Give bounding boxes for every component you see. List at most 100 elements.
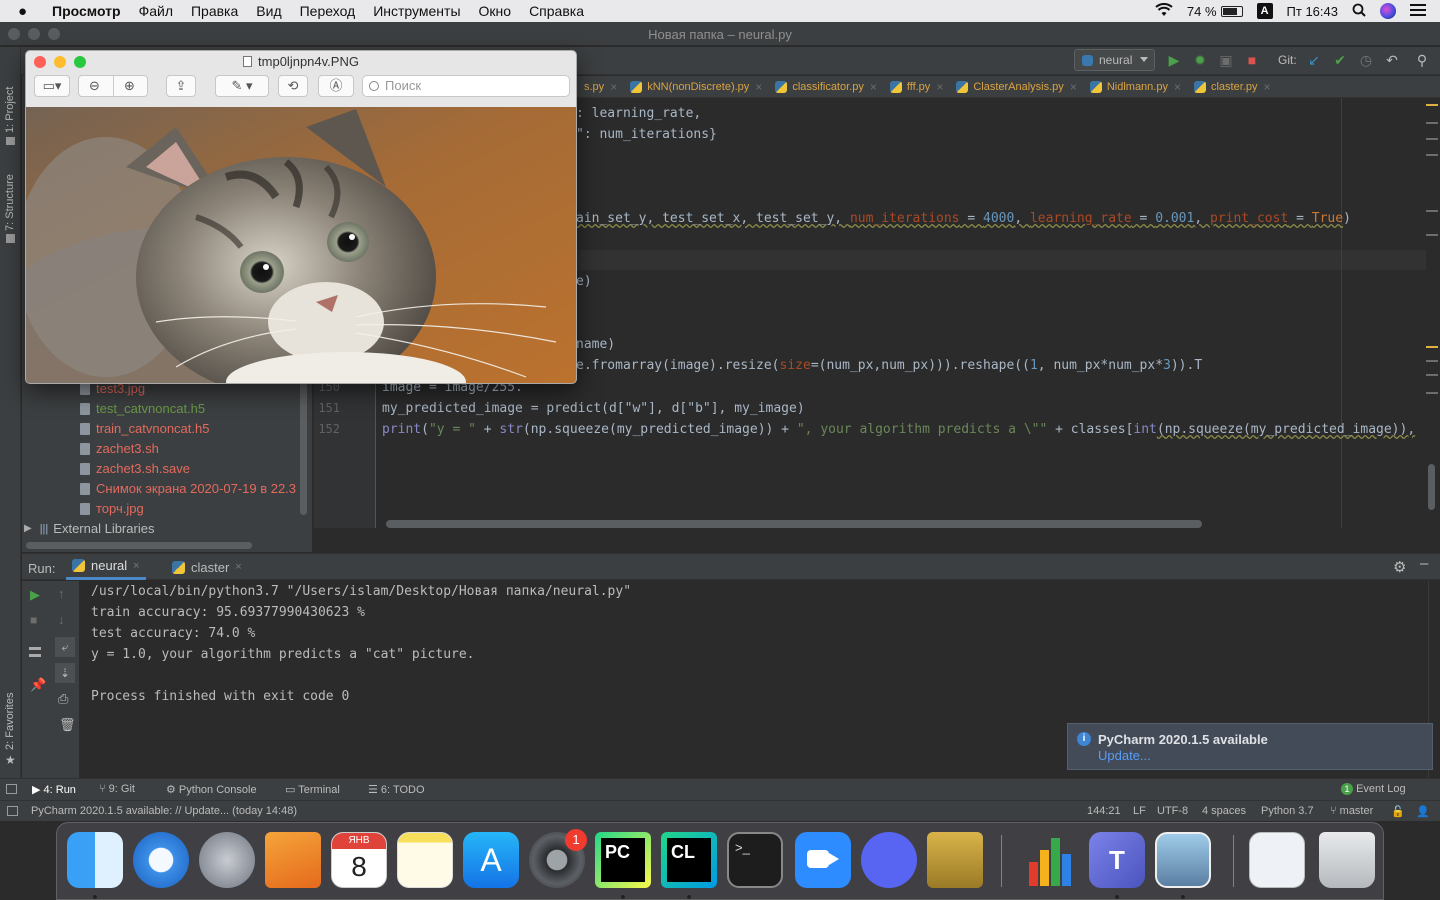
file-encoding[interactable]: UTF-8 — [1157, 805, 1188, 817]
run-tool-button[interactable]: ▶ 4: Run — [32, 783, 76, 796]
scroll-to-end-icon[interactable]: ⇣ — [55, 663, 75, 683]
menu-file[interactable]: Файл — [139, 3, 173, 19]
tab-clasteranalysis[interactable]: ClasterAnalysis.py × — [948, 76, 1082, 98]
siri-icon[interactable] — [1380, 3, 1396, 19]
caret-position[interactable]: 144:21 — [1087, 805, 1121, 817]
error-stripe-mark[interactable] — [1426, 138, 1438, 140]
menu-app[interactable]: Просмотр — [52, 3, 121, 19]
project-vertical-scrollbar[interactable] — [300, 375, 307, 515]
battery-icon[interactable] — [1220, 5, 1243, 17]
error-stripe-mark[interactable] — [1426, 154, 1438, 156]
gear-icon[interactable]: ⚙ — [1393, 558, 1406, 576]
zoom-icon[interactable] — [795, 832, 851, 888]
teams-icon[interactable]: T — [1089, 832, 1145, 888]
run-icon[interactable]: ▶ — [1165, 51, 1183, 69]
safari-icon[interactable] — [133, 832, 189, 888]
file-item[interactable]: торч.jpg — [80, 501, 144, 516]
trash-icon[interactable] — [1319, 832, 1375, 888]
preview-window[interactable]: tmp0ljnpn4v.PNG ▭▾ ⊖ ⊕ ⇪ ✎ ▾ ⟲ Ⓐ Поиск — [25, 50, 577, 384]
interpreter[interactable]: Python 3.7 — [1261, 805, 1314, 817]
error-stripe-mark[interactable] — [1426, 210, 1438, 212]
wifi-icon[interactable] — [1155, 2, 1173, 20]
rotate-button[interactable]: ⟲ — [278, 75, 308, 97]
tab-nidlmann[interactable]: Nidlmann.py × — [1082, 76, 1186, 98]
up-arrow-icon[interactable]: ↑ — [58, 586, 65, 601]
update-link[interactable]: Update... — [1098, 748, 1151, 763]
close-icon[interactable]: × — [1070, 80, 1077, 94]
numbers-icon[interactable] — [1023, 832, 1079, 888]
close-icon[interactable]: × — [610, 80, 617, 94]
discord-icon[interactable] — [861, 832, 917, 888]
app-store-icon[interactable]: A — [463, 832, 519, 888]
close-icon[interactable]: × — [235, 561, 241, 573]
zoom-controls[interactable]: ⊖ ⊕ — [78, 75, 148, 97]
file-item[interactable]: Снимок экрана 2020-07-19 в 22.3 — [80, 481, 296, 496]
pin-icon[interactable]: 📌 — [30, 677, 46, 693]
tab-claster[interactable]: claster.py × — [1186, 76, 1275, 98]
error-stripe-mark[interactable] — [1426, 104, 1438, 106]
sidebar-toggle-button[interactable]: ▭▾ — [34, 75, 70, 97]
stop-icon[interactable]: ■ — [1243, 51, 1261, 69]
close-icon[interactable]: × — [755, 80, 762, 94]
debug-icon[interactable]: ✹ — [1191, 51, 1209, 69]
close-icon[interactable]: × — [1174, 80, 1181, 94]
error-stripe-mark[interactable] — [1426, 360, 1438, 362]
zoom-in-icon[interactable]: ⊕ — [124, 76, 135, 96]
documents-icon[interactable] — [1249, 832, 1305, 888]
close-icon[interactable]: × — [133, 560, 139, 572]
input-source-icon[interactable]: A — [1256, 3, 1273, 19]
spotlight-icon[interactable] — [1352, 3, 1366, 20]
trash-icon[interactable]: 🗑 — [59, 717, 76, 733]
share-button[interactable]: ⇪ — [166, 75, 196, 97]
git-history-icon[interactable]: ◷ — [1357, 51, 1375, 69]
notes-icon[interactable] — [397, 832, 453, 888]
toggle-tool-windows-icon[interactable] — [6, 784, 17, 794]
pycharm-icon[interactable]: PC — [595, 832, 651, 888]
menu-tools[interactable]: Инструменты — [373, 3, 460, 19]
favorites-tool-button[interactable]: 2: Favorites — [4, 693, 16, 750]
soft-wrap-icon[interactable]: ⤶ — [55, 637, 75, 657]
menu-edit[interactable]: Правка — [191, 3, 238, 19]
menu-help[interactable]: Справка — [529, 3, 584, 19]
close-icon[interactable]: × — [936, 80, 943, 94]
close-icon[interactable]: × — [870, 80, 877, 94]
editor-horizontal-scrollbar[interactable] — [386, 520, 1202, 528]
run-tab-neural[interactable]: neural × — [66, 554, 146, 580]
status-toggle-icon[interactable] — [7, 806, 18, 816]
error-stripe-mark[interactable] — [1426, 346, 1438, 348]
error-stripe-mark[interactable] — [1426, 122, 1438, 124]
menu-window[interactable]: Окно — [479, 3, 512, 19]
line-separator[interactable]: LF — [1133, 805, 1146, 817]
python-console-button[interactable]: ⚙ Python Console — [166, 783, 257, 796]
finder-icon[interactable] — [67, 832, 123, 888]
tab-classificator[interactable]: classificator.py × — [767, 76, 882, 98]
update-notification[interactable]: i PyCharm 2020.1.5 available Update... — [1067, 723, 1433, 770]
clion-icon[interactable]: CL — [661, 832, 717, 888]
lock-icon[interactable]: 🔓 — [1391, 805, 1405, 818]
coverage-icon[interactable]: ▣ — [1217, 51, 1235, 69]
inspector-icon[interactable]: 👤 — [1416, 805, 1430, 818]
clock[interactable]: Пт 16:43 — [1287, 4, 1338, 19]
print-icon[interactable]: ⎙ — [58, 691, 68, 707]
preview-icon[interactable] — [1155, 832, 1211, 888]
run-configuration-select[interactable]: neural — [1074, 49, 1155, 71]
menu-view[interactable]: Вид — [256, 3, 281, 19]
terminal-button[interactable]: ▭ Terminal — [285, 783, 340, 796]
expand-arrow-icon[interactable]: ▶ — [24, 523, 32, 534]
layout-icon[interactable] — [29, 647, 41, 657]
file-item[interactable]: zachet3.sh.save — [80, 461, 190, 476]
error-stripe-mark[interactable] — [1426, 392, 1438, 394]
git-commit-icon[interactable]: ✔ — [1331, 51, 1349, 69]
apple-menu-icon[interactable]: ● — [18, 3, 38, 20]
terminal-icon[interactable]: >_ — [727, 832, 783, 888]
search-everywhere-icon[interactable]: ⚲ — [1413, 51, 1431, 69]
git-branch[interactable]: ⑂ master — [1330, 805, 1373, 817]
event-log-button[interactable]: 1 Event Log — [1341, 783, 1406, 795]
project-tool-button[interactable]: 1: Project — [4, 87, 16, 133]
close-icon[interactable]: × — [1263, 80, 1270, 94]
annotate-button[interactable]: Ⓐ — [318, 75, 354, 97]
rerun-icon[interactable]: ▶ — [30, 587, 40, 603]
error-stripe-mark[interactable] — [1426, 234, 1438, 236]
zoom-out-icon[interactable]: ⊖ — [89, 76, 100, 96]
file-item[interactable]: test_catvnoncat.h5 — [80, 401, 205, 416]
